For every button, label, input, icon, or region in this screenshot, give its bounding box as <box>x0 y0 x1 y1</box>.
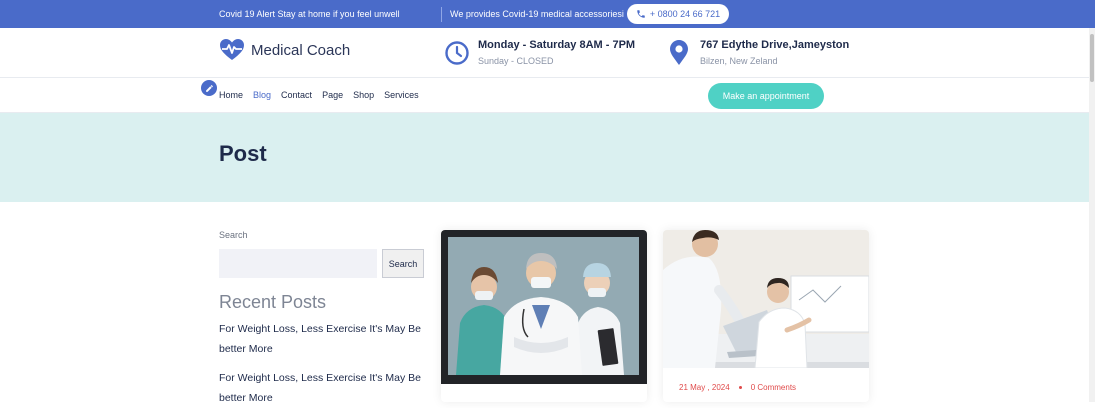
divider <box>441 7 442 22</box>
consultation-photo <box>663 230 869 368</box>
edit-pencil-button[interactable] <box>201 80 217 96</box>
page-title: Post <box>219 141 267 166</box>
page-scrollbar[interactable] <box>1089 28 1095 402</box>
opening-hours: Monday - Saturday 8AM - 7PM Sunday - CLO… <box>444 38 635 66</box>
search-row: Search <box>219 249 424 278</box>
logo-text: Medical Coach <box>251 41 351 59</box>
blog-card[interactable]: 21 May , 2024 0 Comments <box>663 230 869 402</box>
pencil-icon <box>205 84 213 92</box>
address: 767 Edythe Drive,Jameyston Bilzen, New Z… <box>666 38 849 66</box>
address-sub: Bilzen, New Zeland <box>700 56 778 66</box>
sidebar: Search Search Recent Posts For Weight Lo… <box>219 230 424 404</box>
post-date: 21 May , 2024 <box>679 383 730 392</box>
nav-item-page[interactable]: Page <box>322 90 343 100</box>
hours-title: Monday - Saturday 8AM - 7PM <box>478 39 636 51</box>
recent-post-link[interactable]: For Weight Loss, Less Exercise It's May … <box>219 368 424 408</box>
hours-sub: Sunday - CLOSED <box>478 56 554 66</box>
search-button[interactable]: Search <box>382 249 424 278</box>
page-banner: Post <box>0 113 1089 202</box>
nav-item-services[interactable]: Services <box>384 90 419 100</box>
site-header: Medical Coach Monday - Saturday 8AM - 7P… <box>0 28 1089 78</box>
main-nav: Home Blog Contact Page Shop Services Mak… <box>0 78 1089 113</box>
site-logo[interactable]: Medical Coach <box>219 38 350 62</box>
scrollbar-thumb[interactable] <box>1090 34 1094 82</box>
map-pin-icon <box>670 40 688 65</box>
clock-icon <box>445 41 469 65</box>
top-bar: Covid 19 Alert Stay at home if you feel … <box>0 0 1095 28</box>
phone-number: + 0800 24 66 721 <box>649 9 721 19</box>
card-image-doctors[interactable] <box>441 230 647 384</box>
post-meta: 21 May , 2024 0 Comments <box>679 383 796 392</box>
nav-item-blog[interactable]: Blog <box>253 90 271 100</box>
address-title: 767 Edythe Drive,Jameyston <box>700 39 850 51</box>
nav-menu: Home Blog Contact Page Shop Services <box>219 90 429 100</box>
covid-alert-text: Covid 19 Alert Stay at home if you feel … <box>219 9 400 19</box>
meta-dot <box>738 386 742 389</box>
recent-post-link[interactable]: For Weight Loss, Less Exercise It's May … <box>219 319 424 359</box>
post-comments[interactable]: 0 Comments <box>751 383 796 392</box>
doctors-photo <box>448 237 639 375</box>
make-appointment-button[interactable]: Make an appointment <box>708 83 824 109</box>
search-input[interactable] <box>219 249 377 278</box>
nav-item-shop[interactable]: Shop <box>353 90 374 100</box>
provides-text: We provides Covid-19 medical accessories… <box>450 9 624 19</box>
phone-icon <box>637 10 645 18</box>
search-label: Search <box>219 230 248 240</box>
recent-posts-title: Recent Posts <box>219 292 327 312</box>
nav-item-home[interactable]: Home <box>219 90 243 100</box>
nav-item-contact[interactable]: Contact <box>281 90 312 100</box>
recent-posts: Recent Posts For Weight Loss, Less Exerc… <box>219 292 424 408</box>
heart-pulse-icon <box>220 39 244 60</box>
phone-button[interactable]: + 0800 24 66 721 <box>627 4 729 24</box>
blog-card[interactable] <box>441 230 647 402</box>
